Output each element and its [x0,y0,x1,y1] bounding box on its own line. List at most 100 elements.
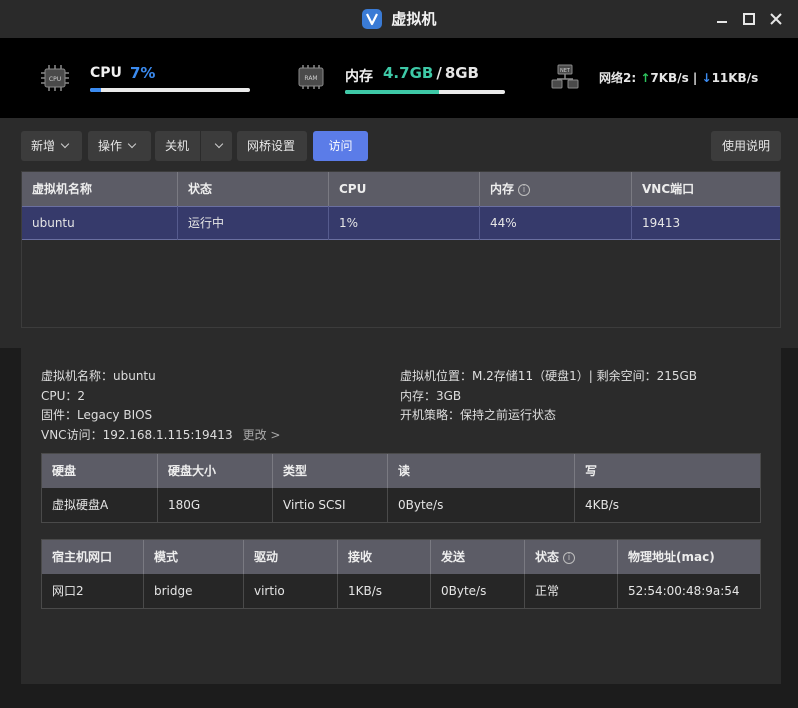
info-icon[interactable]: i [563,551,576,564]
upload-speed: 7KB/s [650,71,689,85]
disk-table-header: 硬盘 硬盘大小 类型 读 写 [42,454,760,488]
col-disk: 硬盘 [52,464,77,478]
network-port-table: 宿主机网口 模式 驱动 接收 发送 状态 i 物理地址(mac) 网口2 brid… [41,539,761,609]
vm-details-panel: 虚拟机名称：ubuntu CPU：2 固件：Legacy BIOS VNC访问：… [21,348,781,684]
window-title: 虚拟机 [391,10,437,28]
shutdown-split-button[interactable]: 关机 [155,131,232,161]
operations-button[interactable]: 操作 [88,131,151,161]
col-disk-write: 写 [574,454,760,488]
col-port-status: 状态 i [524,540,617,574]
memory-value: 4.7GB/8GB [383,64,479,82]
maximize-icon[interactable] [741,11,757,27]
vm-table: 虚拟机名称 状态 CPU 内存 i VNC端口 ubuntu 运行中 1% 44%… [21,171,781,328]
port-table-header: 宿主机网口 模式 驱动 接收 发送 状态 i 物理地址(mac) [42,540,760,574]
vm-cpu-cell: 1% [328,206,479,240]
detail-vm-name: 虚拟机名称：ubuntu [41,369,156,383]
ram-chip-icon: RAM [297,64,325,93]
memory-label: 内存 [345,69,373,85]
port-status-cell: 正常 [524,574,617,608]
detail-vnc-address: VNC访问：192.168.1.115:19413 [41,428,233,442]
network-stats: 网络2: ↑7KB/s | ↓11KB/s [599,69,758,86]
operations-button-label: 操作 [98,139,123,153]
vm-memory-cell: 44% [479,206,631,240]
col-disk-type: 类型 [272,454,387,488]
detail-vnc: VNC访问：192.168.1.115:19413 更改 > [41,426,280,443]
col-send: 发送 [430,540,524,574]
vnc-change-link[interactable]: 更改 > [243,428,281,442]
vm-vnc-cell: 19413 [631,206,780,240]
visit-button[interactable]: 访问 [313,131,368,161]
shutdown-button-label[interactable]: 关机 [165,131,189,161]
chevron-down-icon [60,139,70,149]
minimize-icon[interactable] [714,11,730,27]
cpu-chip-text: CPU [49,76,61,83]
memory-used: 4.7GB [383,64,434,82]
chevron-down-icon [127,139,137,149]
ram-chip-text: RAM [304,75,317,82]
stats-bar: CPU CPU 7% RAM 内存 4.7GB/8GB NET 网络2: ↑7K… [0,38,798,118]
port-rx-cell: 1KB/s [337,574,430,608]
cpu-usage-bar [90,88,250,92]
vm-name-cell: ubuntu [32,216,75,230]
chevron-down-icon [214,139,224,149]
cpu-usage-value: 7% [130,64,156,82]
download-arrow-icon: ↓ [701,71,712,85]
cpu-usage-fill [90,88,102,92]
detail-cpu: CPU：2 [41,389,86,403]
memory-usage-bar [345,90,505,94]
disk-write-cell: 4KB/s [574,488,760,522]
col-mac: 物理地址(mac) [617,540,760,574]
cpu-chip-icon: CPU [40,64,70,95]
upload-arrow-icon: ↑ [640,71,651,85]
new-button[interactable]: 新增 [21,131,82,161]
port-driver-cell: virtio [243,574,337,608]
port-mode-cell: bridge [143,574,243,608]
col-host-port: 宿主机网口 [52,550,113,564]
vm-table-header: 虚拟机名称 状态 CPU 内存 i VNC端口 [22,172,780,206]
disk-type-cell: Virtio SCSI [272,488,387,522]
disk-name-cell: 虚拟硬盘A [52,498,109,512]
memory-usage-fill [345,90,440,94]
col-disk-size: 硬盘大小 [157,454,272,488]
vm-app-icon [361,8,382,29]
vm-status-cell: 运行中 [177,206,328,240]
disk-table: 硬盘 硬盘大小 类型 读 写 虚拟硬盘A 180G Virtio SCSI 0B… [41,453,761,523]
col-memory-label: 内存 [490,182,515,196]
bridge-settings-button[interactable]: 网桥设置 [237,131,307,161]
detail-boot-policy: 开机策略：保持之前运行状态 [400,408,557,422]
memory-separator: / [436,64,442,82]
close-icon[interactable] [768,11,784,27]
table-row: 虚拟硬盘A 180G Virtio SCSI 0Byte/s 4KB/s [42,488,760,522]
detail-firmware: 固件：Legacy BIOS [41,408,153,422]
split-divider [200,131,201,161]
network-icon-text: NET [560,68,571,74]
info-icon[interactable]: i [518,183,531,196]
new-button-label: 新增 [31,139,56,153]
col-vnc-port[interactable]: VNC端口 [631,172,780,206]
col-port-status-label: 状态 [535,550,560,564]
help-button[interactable]: 使用说明 [711,131,781,161]
col-memory[interactable]: 内存 i [479,172,631,206]
vm-list-panel: 新增 操作 关机 网桥设置 访问 使用说明 虚拟机名称 状态 CPU 内存 i V… [0,118,798,348]
disk-read-cell: 0Byte/s [387,488,574,522]
port-tx-cell: 0Byte/s [430,574,524,608]
col-driver: 驱动 [243,540,337,574]
port-mac-cell: 52:54:00:48:9a:54 [617,574,760,608]
table-row[interactable]: ubuntu 运行中 1% 44% 19413 [22,206,780,240]
cpu-label: CPU [90,65,122,81]
network-divider: | [692,71,698,85]
network-icon: NET [551,64,579,93]
col-disk-read: 读 [387,454,574,488]
memory-total: 8GB [444,64,479,82]
network-label: 网络2: [599,71,637,85]
download-speed: 11KB/s [711,71,759,85]
col-receive: 接收 [337,540,430,574]
col-vm-name[interactable]: 虚拟机名称 [22,172,177,206]
port-name-cell: 网口2 [52,584,84,598]
shutdown-dropdown-toggle[interactable] [209,131,229,161]
detail-memory: 内存：3GB [400,389,462,403]
title-bar: 虚拟机 [0,0,798,38]
col-status[interactable]: 状态 [177,172,328,206]
col-cpu[interactable]: CPU [328,172,479,206]
col-mode: 模式 [143,540,243,574]
